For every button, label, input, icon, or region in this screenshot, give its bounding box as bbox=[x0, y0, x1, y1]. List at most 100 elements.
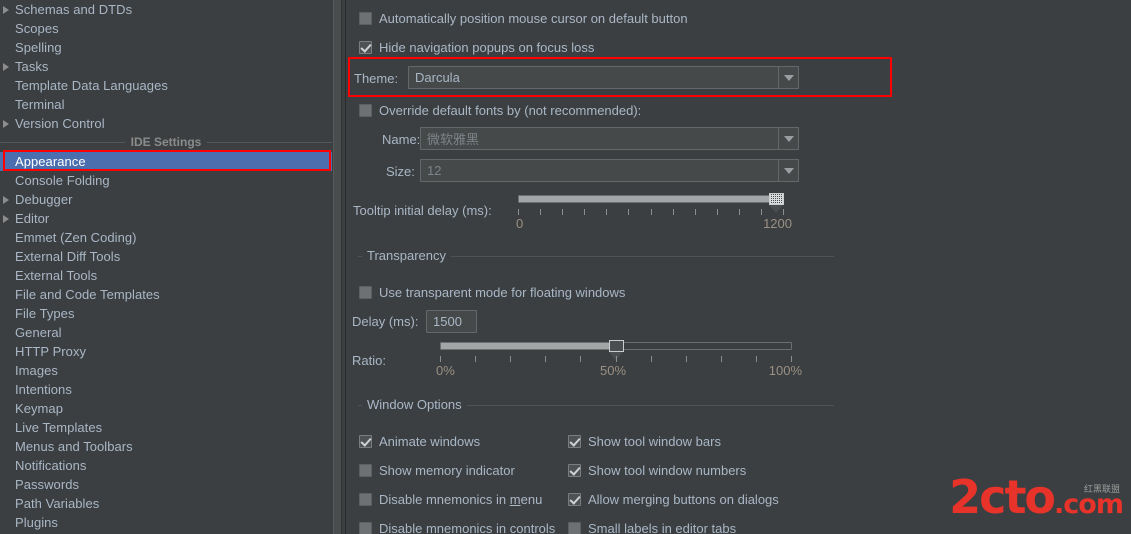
sidebar-item-live-templates[interactable]: Live Templates bbox=[0, 418, 332, 437]
expand-arrow-icon[interactable] bbox=[3, 6, 9, 14]
sidebar-item-scopes[interactable]: Scopes bbox=[0, 19, 332, 38]
checkbox-box[interactable] bbox=[568, 522, 581, 534]
sidebar-item-label: Version Control bbox=[15, 116, 105, 131]
theme-combobox[interactable]: Darcula bbox=[408, 66, 799, 89]
slider-thumb[interactable] bbox=[608, 340, 624, 360]
checkbox-label: Allow merging buttons on dialogs bbox=[588, 492, 779, 507]
settings-dialog: Schemas and DTDs Scopes Spelling Tasks Templ… bbox=[0, 0, 1131, 534]
sidebar-item-editor[interactable]: Editor bbox=[0, 209, 332, 228]
font-name-combobox[interactable]: 微软雅黑 bbox=[420, 127, 799, 150]
sidebar-item-external-tools[interactable]: External Tools bbox=[0, 266, 332, 285]
checkbox-show-tool-window-numbers[interactable]: Show tool window numbers bbox=[568, 463, 746, 478]
slider-fill bbox=[441, 343, 615, 349]
checkbox-allow-merging-buttons-on-dialogs[interactable]: Allow merging buttons on dialogs bbox=[568, 492, 779, 507]
sidebar-item-schemas-and-dtds[interactable]: Schemas and DTDs bbox=[0, 0, 332, 19]
tick-mark bbox=[720, 356, 722, 362]
tick-mark bbox=[672, 209, 674, 215]
checkbox-box[interactable] bbox=[359, 12, 372, 25]
transparency-delay-input[interactable]: 1500 bbox=[426, 310, 477, 333]
expand-arrow-icon[interactable] bbox=[3, 196, 9, 204]
ratio-min-label: 0% bbox=[436, 363, 455, 378]
sidebar-item-label: Spelling bbox=[15, 40, 62, 55]
checkbox-show-tool-window-bars[interactable]: Show tool window bars bbox=[568, 434, 721, 449]
checkbox-animate-windows[interactable]: Animate windows bbox=[359, 434, 480, 449]
checkbox-box[interactable] bbox=[359, 41, 372, 54]
sidebar-item-passwords[interactable]: Passwords bbox=[0, 475, 332, 494]
sidebar-item-appearance[interactable]: Appearance bbox=[0, 152, 332, 171]
checkbox-auto-position-cursor[interactable]: Automatically position mouse cursor on d… bbox=[359, 11, 688, 26]
sidebar-item-intentions[interactable]: Intentions bbox=[0, 380, 332, 399]
checkbox-label: Show tool window numbers bbox=[588, 463, 747, 478]
sidebar-item-debugger[interactable]: Debugger bbox=[0, 190, 332, 209]
sidebar-item-menus-and-toolbars[interactable]: Menus and Toolbars bbox=[0, 437, 332, 456]
checkbox-show-memory-indicator[interactable]: Show memory indicator bbox=[359, 463, 515, 478]
checkbox-box[interactable] bbox=[359, 286, 372, 299]
sidebar-item-general[interactable]: General bbox=[0, 323, 332, 342]
sidebar-item-external-diff-tools[interactable]: External Diff Tools bbox=[0, 247, 332, 266]
checkbox-box[interactable] bbox=[568, 493, 581, 506]
expand-arrow-icon[interactable] bbox=[3, 215, 9, 223]
sidebar-item-file-and-code-templates[interactable]: File and Code Templates bbox=[0, 285, 332, 304]
chevron-down-icon[interactable] bbox=[778, 67, 798, 88]
sidebar-item-spelling[interactable]: Spelling bbox=[0, 38, 332, 57]
checkbox-use-transparent-mode[interactable]: Use transparent mode for floating window… bbox=[359, 285, 625, 300]
sidebar-item-console-folding[interactable]: Console Folding bbox=[0, 171, 332, 190]
window-options-title: Window Options bbox=[362, 397, 467, 412]
checkbox-box[interactable] bbox=[568, 435, 581, 448]
tooltip-delay-slider[interactable]: 0 1200 bbox=[516, 193, 792, 240]
tick-mark bbox=[760, 209, 762, 215]
sidebar-splitter[interactable] bbox=[332, 0, 346, 534]
appearance-settings-panel: Automatically position mouse cursor on d… bbox=[346, 0, 1131, 534]
sidebar-item-notifications[interactable]: Notifications bbox=[0, 456, 332, 475]
sidebar-item-emmet-zen-coding[interactable]: Emmet (Zen Coding) bbox=[0, 228, 332, 247]
checkbox-hide-nav-popups[interactable]: Hide navigation popups on focus loss bbox=[359, 40, 594, 55]
slider-ticks bbox=[518, 209, 784, 216]
checkbox-box[interactable] bbox=[359, 522, 372, 534]
tooltip-delay-label: Tooltip initial delay (ms): bbox=[353, 203, 492, 218]
checkbox-box[interactable] bbox=[568, 464, 581, 477]
sidebar-item-template-data-languages[interactable]: Template Data Languages bbox=[0, 76, 332, 95]
checkbox-box[interactable] bbox=[359, 435, 372, 448]
chevron-down-icon[interactable] bbox=[778, 160, 798, 181]
checkbox-disable-mnemonics-in-controls[interactable]: Disable mnemonics in controls bbox=[359, 521, 555, 534]
slider-thumb[interactable] bbox=[769, 193, 784, 213]
checkbox-override-default-fonts[interactable]: Override default fonts by (not recommend… bbox=[359, 103, 641, 118]
sidebar-item-terminal[interactable]: Terminal bbox=[0, 95, 332, 114]
sidebar-item-label: Editor bbox=[15, 211, 50, 226]
font-size-combobox[interactable]: 12 bbox=[420, 159, 799, 182]
chevron-down-icon[interactable] bbox=[778, 128, 798, 149]
ide-settings-group-header: IDE Settings bbox=[0, 133, 332, 152]
checkbox-small-labels-in-editor-tabs[interactable]: Small labels in editor tabs bbox=[568, 521, 736, 534]
expand-arrow-icon[interactable] bbox=[3, 120, 9, 128]
checkbox-box[interactable] bbox=[359, 493, 372, 506]
sidebar-item-plugins[interactable]: Plugins bbox=[0, 513, 332, 532]
font-size-value: 12 bbox=[427, 163, 442, 178]
sidebar-item-label: Live Templates bbox=[15, 420, 103, 435]
sidebar-item-images[interactable]: Images bbox=[0, 361, 332, 380]
sidebar-item-http-proxy[interactable]: HTTP Proxy bbox=[0, 342, 332, 361]
watermark-text: 2cto.com bbox=[949, 474, 1124, 528]
sidebar-item-file-types[interactable]: File Types bbox=[0, 304, 332, 323]
checkbox-box[interactable] bbox=[359, 104, 372, 117]
sidebar-item-keymap[interactable]: Keymap bbox=[0, 399, 332, 418]
sidebar-item-tasks[interactable]: Tasks bbox=[0, 57, 332, 76]
tick-mark bbox=[738, 209, 740, 215]
font-name-value: 微软雅黑 bbox=[427, 132, 480, 147]
tick-mark bbox=[650, 356, 652, 362]
expand-arrow-icon[interactable] bbox=[3, 63, 9, 71]
tick-mark bbox=[518, 209, 519, 215]
transparency-ratio-slider[interactable]: 0% 50% 100% bbox=[436, 340, 802, 387]
sidebar-item-version-control[interactable]: Version Control bbox=[0, 114, 332, 133]
checkbox-label: Show tool window bars bbox=[588, 434, 721, 449]
checkbox-disable-mnemonics-in-menu[interactable]: Disable mnemonics in menu bbox=[359, 492, 542, 507]
sidebar-item-label: Notifications bbox=[15, 458, 87, 473]
splitter-track[interactable] bbox=[333, 0, 342, 534]
sidebar-item-path-variables[interactable]: Path Variables bbox=[0, 494, 332, 513]
checkbox-box[interactable] bbox=[359, 464, 372, 477]
transparency-delay-value: 1500 bbox=[433, 314, 462, 329]
settings-tree-sidebar[interactable]: Schemas and DTDs Scopes Spelling Tasks Templ… bbox=[0, 0, 332, 534]
transparency-title: Transparency bbox=[362, 248, 451, 263]
tick-mark bbox=[545, 356, 547, 362]
tick-mark bbox=[562, 209, 564, 215]
sidebar-item-label: File and Code Templates bbox=[15, 287, 160, 302]
